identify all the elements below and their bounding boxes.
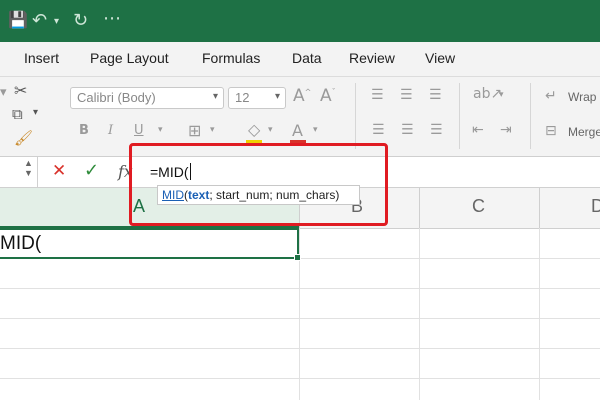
highlight-box (129, 143, 388, 226)
align-left-icon[interactable]: ☰ (372, 122, 385, 138)
wrap-text-label[interactable]: Wrap (568, 90, 596, 104)
column-header-c[interactable]: C (472, 196, 485, 217)
active-cell-value: MID( (0, 233, 42, 254)
more-icon[interactable]: ⋯ (103, 8, 121, 29)
active-cell[interactable]: MID( (0, 228, 301, 261)
font-name-value: Calibri (Body) (77, 90, 156, 105)
tab-formulas[interactable]: Formulas (202, 50, 260, 66)
increase-font-size-icon[interactable]: A^ (293, 86, 311, 106)
decrease-font-size-icon[interactable]: Aˇ (320, 86, 336, 106)
tab-view[interactable]: View (425, 50, 455, 66)
chevron-down-icon[interactable]: ▾ (313, 125, 318, 135)
copy-icon[interactable]: ⧉ (12, 105, 23, 123)
column-header-d[interactable]: D (591, 196, 600, 217)
chevron-down-icon[interactable]: ▾ (0, 85, 7, 100)
worksheet-grid[interactable]: MID( (0, 228, 600, 400)
redo-icon[interactable]: ↻ (73, 10, 88, 31)
ribbon-tabs: Insert Page Layout Formulas Data Review … (0, 42, 600, 77)
confirm-icon[interactable]: ✓ (84, 160, 99, 181)
grid-row-line (0, 318, 600, 319)
fill-handle[interactable] (294, 254, 301, 261)
fill-color-icon[interactable]: ◇ (248, 120, 260, 139)
chevron-down-icon[interactable]: ▾ (268, 125, 273, 135)
save-icon[interactable]: 💾 (8, 10, 28, 29)
grid-column-line (539, 228, 540, 400)
italic-icon[interactable]: I (108, 123, 113, 138)
name-box[interactable]: ▲ ▼ (0, 157, 38, 187)
align-bottom-icon[interactable]: ☰ (429, 87, 442, 103)
chevron-down-icon[interactable]: ▾ (210, 125, 215, 135)
chevron-down-icon[interactable]: ▾ (54, 16, 59, 27)
ribbon-divider (530, 83, 531, 149)
undo-icon[interactable]: ↶ (32, 10, 47, 31)
tab-review[interactable]: Review (349, 50, 395, 66)
font-color-icon[interactable]: A (292, 121, 303, 140)
grid-column-line (419, 228, 420, 400)
title-bar: 💾 ↶ ▾ ↻ ⋯ (0, 0, 600, 42)
font-size-value: 12 (235, 90, 250, 105)
tab-data[interactable]: Data (292, 50, 322, 66)
merge-label[interactable]: Merge (568, 125, 600, 139)
tab-insert[interactable]: Insert (24, 50, 59, 66)
borders-icon[interactable]: ⊞ (188, 121, 201, 140)
orientation-icon[interactable]: ab↗ (473, 86, 502, 102)
font-size-select[interactable]: 12 ▾ (228, 87, 286, 109)
tab-page-layout[interactable]: Page Layout (90, 50, 169, 66)
cut-icon[interactable]: ✂ (14, 81, 27, 100)
decrease-indent-icon[interactable]: ⇤ (472, 122, 484, 138)
grid-row-line (0, 348, 600, 349)
underline-icon[interactable]: U (134, 123, 144, 138)
format-painter-icon[interactable]: 🖌 (14, 129, 33, 147)
chevron-down-icon: ▾ (212, 91, 218, 102)
chevron-down-icon[interactable]: ▾ (33, 107, 38, 118)
ribbon-divider (355, 83, 356, 149)
grid-row-line (0, 288, 600, 289)
ribbon-divider (459, 83, 460, 149)
chevron-down-icon: ▾ (274, 91, 280, 102)
column-divider (539, 188, 540, 228)
align-center-icon[interactable]: ☰ (401, 122, 414, 138)
align-middle-icon[interactable]: ☰ (400, 87, 413, 103)
cancel-icon[interactable]: ✕ (52, 161, 66, 181)
merge-icon[interactable]: ⊟ (545, 123, 557, 139)
align-top-icon[interactable]: ☰ (371, 87, 384, 103)
column-divider (419, 188, 420, 228)
name-box-stepper-icon[interactable]: ▲ ▼ (24, 158, 33, 178)
bold-icon[interactable]: B (79, 123, 89, 138)
font-name-select[interactable]: Calibri (Body) ▾ (70, 87, 224, 109)
align-right-icon[interactable]: ☰ (430, 122, 443, 138)
chevron-down-icon[interactable]: ▾ (158, 125, 163, 135)
grid-row-line (0, 378, 600, 379)
chevron-down-icon[interactable]: ▾ (499, 90, 504, 100)
increase-indent-icon[interactable]: ⇥ (500, 122, 512, 138)
wrap-text-icon[interactable]: ↵ (545, 88, 557, 104)
